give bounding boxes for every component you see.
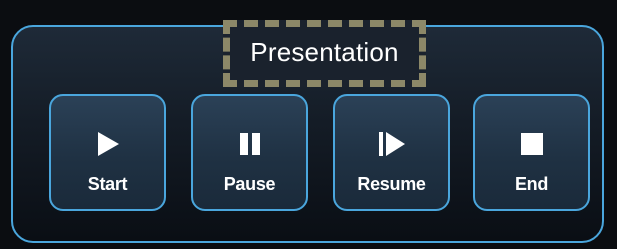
pause-button[interactable]: Pause <box>191 94 308 211</box>
stop-icon <box>475 128 588 160</box>
pause-button-label: Pause <box>223 174 276 194</box>
resume-button-label: Resume <box>357 174 426 194</box>
start-button-label: Start <box>87 174 128 194</box>
start-button[interactable]: Start <box>49 94 166 211</box>
resume-button[interactable]: Resume <box>333 94 450 211</box>
end-button-label: End <box>514 174 549 194</box>
end-button[interactable]: End <box>473 94 590 211</box>
resume-icon <box>335 128 448 160</box>
panel-title: Presentation <box>223 20 426 87</box>
play-icon <box>51 128 164 160</box>
pause-icon <box>193 128 306 160</box>
